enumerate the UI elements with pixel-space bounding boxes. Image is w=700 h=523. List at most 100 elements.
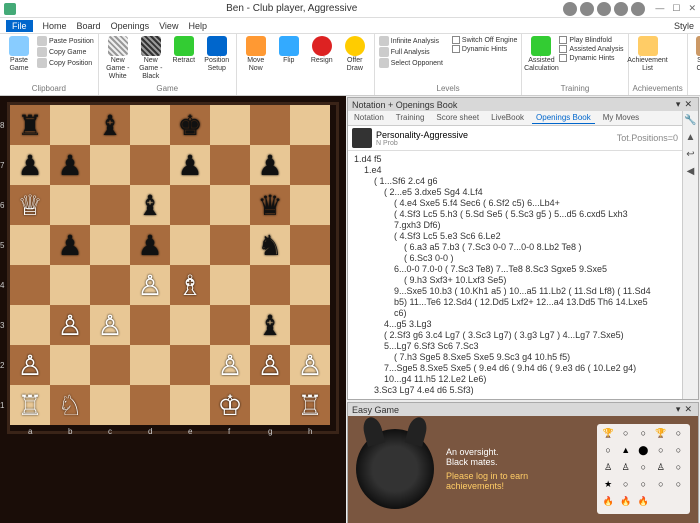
square-e4[interactable]: ♗ [170,265,210,305]
square-b1[interactable]: ♘ [50,385,90,425]
square-c2[interactable] [90,345,130,385]
square-b7[interactable]: ♟ [50,145,90,185]
square-b5[interactable]: ♟ [50,225,90,265]
achievement-button[interactable]: Achievement List [633,36,663,73]
square-d7[interactable] [130,145,170,185]
square-f3[interactable] [210,305,250,345]
square-g3[interactable]: ♝ [250,305,290,345]
panel-close-icon[interactable]: ✕ [682,404,694,415]
square-h3[interactable] [290,305,330,345]
square-a7[interactable]: ♟ [10,145,50,185]
square-a6[interactable]: ♕ [10,185,50,225]
square-c6[interactable] [90,185,130,225]
tool-plus-icon[interactable]: ↩ [686,149,694,160]
square-g8[interactable] [250,105,290,145]
square-b6[interactable] [50,185,90,225]
switch-off-engine-check[interactable]: Switch Off Engine [452,36,518,44]
square-d6[interactable]: ♝ [130,185,170,225]
new-game-white-button[interactable]: New Game - White [103,36,133,81]
retract-button[interactable]: Retract [169,36,199,65]
square-e8[interactable]: ♚ [170,105,210,145]
square-h1[interactable]: ♖ [290,385,330,425]
square-f8[interactable] [210,105,250,145]
square-c4[interactable] [90,265,130,305]
assisted-calc-button[interactable]: Assisted Calculation [526,36,556,73]
square-f7[interactable] [210,145,250,185]
square-c1[interactable] [90,385,130,425]
maximize-button[interactable]: ☐ [672,3,680,14]
minimize-button[interactable]: — [655,3,664,14]
tab-training[interactable]: Training [392,112,429,124]
tool-wrench-icon[interactable]: 🔧 [684,115,696,126]
square-h8[interactable] [290,105,330,145]
menu-board[interactable]: Board [77,21,101,31]
paste-position-button[interactable]: Paste Position [37,36,94,46]
close-button[interactable]: ✕ [688,3,696,14]
square-g2[interactable]: ♙ [250,345,290,385]
square-e3[interactable] [170,305,210,345]
menu-home[interactable]: Home [43,21,67,31]
square-g7[interactable]: ♟ [250,145,290,185]
square-d2[interactable] [130,345,170,385]
square-g5[interactable]: ♞ [250,225,290,265]
move-now-button[interactable]: Move Now [241,36,271,73]
square-g4[interactable] [250,265,290,305]
position-setup-button[interactable]: Position Setup [202,36,232,73]
panel-close-icon[interactable]: ✕ [682,99,694,110]
offer-draw-button[interactable]: Offer Draw [340,36,370,73]
square-d5[interactable]: ♟ [130,225,170,265]
square-d1[interactable] [130,385,170,425]
openings-tree[interactable]: 1.d4 f51.e4( 1...Sf6 2.c4 g6( 2...e5 3.d… [348,151,682,399]
square-b3[interactable]: ♙ [50,305,90,345]
chess-board[interactable]: ♜♝♚♟♟♟♟♕♝♛♟♟♞♙♗♙♙♝♙♙♙♙♖♘♔♖abcdefgh123456… [7,102,339,434]
square-a2[interactable]: ♙ [10,345,50,385]
tool-left-icon[interactable]: ◀ [687,166,695,177]
tab-openings[interactable]: Openings Book [532,112,595,124]
square-a3[interactable] [10,305,50,345]
square-h7[interactable] [290,145,330,185]
menu-file[interactable]: File [6,20,33,32]
copy-position-button[interactable]: Copy Position [37,58,94,68]
square-c8[interactable]: ♝ [90,105,130,145]
menu-view[interactable]: View [159,21,178,31]
square-f5[interactable] [210,225,250,265]
dynamic-hints-check[interactable]: Dynamic Hints [452,45,518,53]
tab-mymoves[interactable]: My Moves [599,112,643,124]
panel-pin-icon[interactable]: ▾ [674,99,683,110]
square-c3[interactable]: ♙ [90,305,130,345]
square-h6[interactable] [290,185,330,225]
square-b8[interactable] [50,105,90,145]
square-d8[interactable] [130,105,170,145]
tab-notation[interactable]: Notation [350,112,388,124]
square-e1[interactable] [170,385,210,425]
resign-button[interactable]: Resign [307,36,337,65]
square-f4[interactable] [210,265,250,305]
assisted-analysis-check[interactable]: Assisted Analysis [559,45,623,53]
tab-livebook[interactable]: LiveBook [487,112,528,124]
flip-button[interactable]: Flip [274,36,304,65]
square-f2[interactable]: ♙ [210,345,250,385]
infinite-analysis-button[interactable]: Infinite Analysis [379,36,443,46]
square-e6[interactable] [170,185,210,225]
square-d3[interactable] [130,305,170,345]
square-e7[interactable]: ♟ [170,145,210,185]
square-f1[interactable]: ♔ [210,385,250,425]
panel-pin-icon[interactable]: ▾ [674,404,683,415]
dynamic-hints-check2[interactable]: Dynamic Hints [559,54,623,62]
select-opponent-button[interactable]: Select Opponent [379,58,443,68]
square-b2[interactable] [50,345,90,385]
tool-up-icon[interactable]: ▲ [686,132,696,143]
square-a1[interactable]: ♖ [10,385,50,425]
square-b4[interactable] [50,265,90,305]
square-g1[interactable] [250,385,290,425]
login-hint-link[interactable]: Please log in to earn achievements! [446,471,585,491]
tab-score[interactable]: Score sheet [432,112,483,124]
square-h2[interactable]: ♙ [290,345,330,385]
square-a4[interactable] [10,265,50,305]
square-h5[interactable] [290,225,330,265]
new-game-black-button[interactable]: New Game - Black [136,36,166,81]
square-d4[interactable]: ♙ [130,265,170,305]
square-h4[interactable] [290,265,330,305]
blindfold-check[interactable]: Play Blindfold [559,36,623,44]
paste-game-button[interactable]: Paste Game [4,36,34,73]
